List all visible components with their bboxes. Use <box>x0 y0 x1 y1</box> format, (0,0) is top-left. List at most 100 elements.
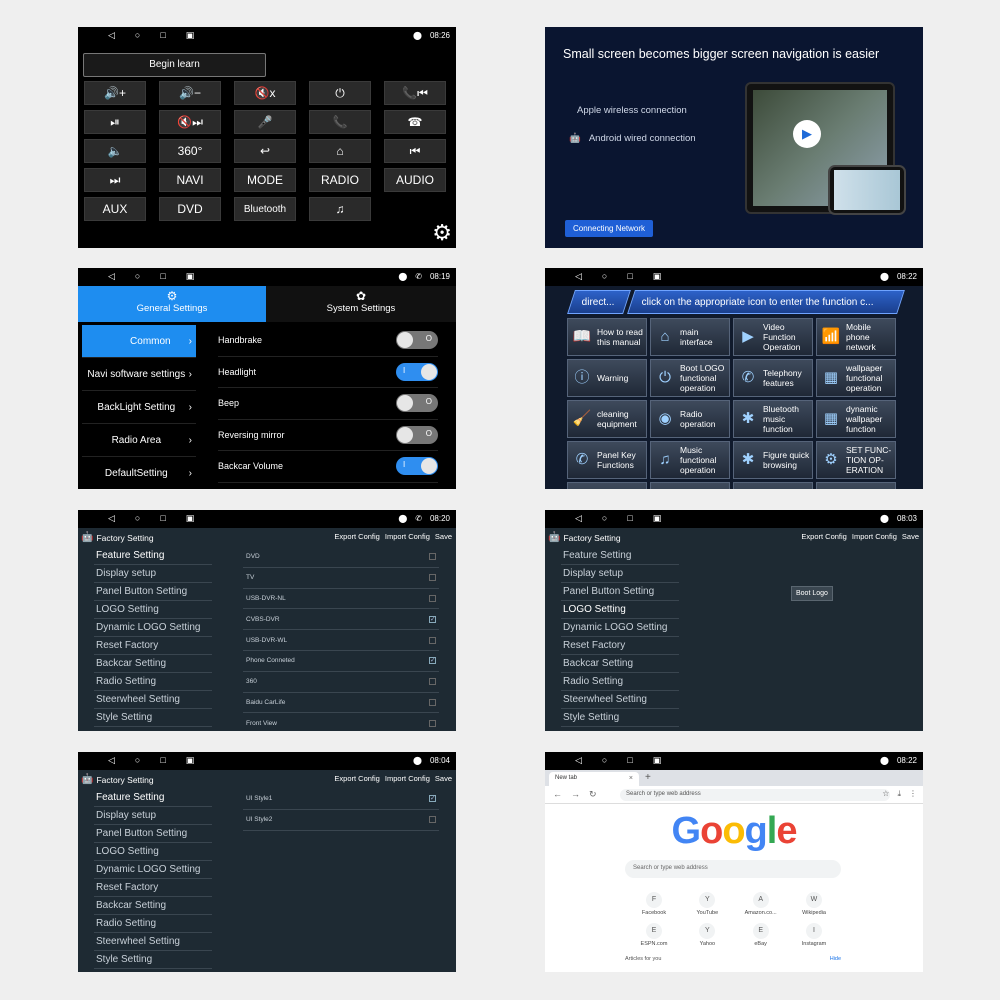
factory-menu-item[interactable]: Reset Factory <box>94 637 212 655</box>
forward-arrow-icon[interactable]: → <box>571 789 580 799</box>
home-icon[interactable]: ○ <box>135 513 140 524</box>
factory-menu-item[interactable]: Reset Factory <box>561 637 679 655</box>
back-icon[interactable]: ◁ <box>108 513 115 524</box>
star-icon[interactable]: ☆ <box>882 789 889 799</box>
factory-menu-item[interactable]: Panel Button Setting <box>94 825 212 843</box>
recents-icon[interactable]: □ <box>627 271 632 282</box>
back-icon[interactable]: ◁ <box>575 271 582 282</box>
back-arrow-icon[interactable]: ← <box>553 789 562 799</box>
checkbox[interactable] <box>429 574 436 582</box>
key-button[interactable]: Bluetooth <box>234 197 296 221</box>
factory-menu-item[interactable]: Display setup <box>94 565 212 583</box>
menu-icon[interactable]: ⋮ <box>909 789 917 799</box>
close-icon[interactable]: × <box>629 775 633 782</box>
function-tile[interactable]: ▶ Video Function Operation <box>733 318 813 356</box>
factory-menu-item[interactable]: Panel Button Setting <box>94 583 212 601</box>
boot-logo-button[interactable]: Boot Logo <box>791 586 833 601</box>
key-button[interactable]: MODE <box>234 168 296 192</box>
factory-menu-item[interactable]: Radio Setting <box>94 673 212 691</box>
export-config-button[interactable]: Export Config <box>334 774 379 783</box>
factory-menu-item[interactable]: Style Setting <box>94 709 212 727</box>
key-button[interactable]: AUX <box>84 197 146 221</box>
function-tile[interactable]: ✆ Telephony features <box>733 359 813 397</box>
option-row[interactable]: Phone Conneted ✓ <box>243 651 439 672</box>
factory-menu-item[interactable]: Backcar Setting <box>94 897 212 915</box>
back-icon[interactable]: ◁ <box>575 755 582 766</box>
factory-menu-item[interactable]: Steerwheel Setting <box>94 691 212 709</box>
shortcut-tile[interactable]: W Wikipedia <box>789 892 839 916</box>
toggle-switch[interactable]: O <box>396 425 438 444</box>
settings-menu-item[interactable]: Radio Area › <box>82 424 196 457</box>
function-tile[interactable]: Car <box>733 482 813 489</box>
back-icon[interactable]: ◁ <box>108 271 115 282</box>
key-button[interactable]: 🔊− <box>159 81 221 105</box>
save-button[interactable]: Save <box>435 774 452 783</box>
factory-menu-item[interactable]: Style Setting <box>561 709 679 727</box>
option-row[interactable]: TV <box>243 568 439 589</box>
function-tile[interactable]: ✱ Bluetooth music function <box>733 400 813 438</box>
recents-icon[interactable]: □ <box>160 513 165 524</box>
function-tile[interactable]: ◉ Radio operation <box>650 400 730 438</box>
function-tile[interactable]: ✱ Figure quick browsing <box>733 441 813 479</box>
option-row[interactable]: UI Style1 ✓ <box>243 789 439 810</box>
begin-learn-button[interactable]: Begin learn <box>83 53 266 77</box>
shortcut-tile[interactable]: F Facebook <box>629 892 679 916</box>
factory-menu-item[interactable]: Reset Factory <box>94 879 212 897</box>
key-button[interactable]: ☎ <box>384 110 446 134</box>
factory-menu-item[interactable]: Feature Setting <box>94 789 212 807</box>
factory-menu-item[interactable]: Style Setting <box>94 951 212 969</box>
shortcut-tile[interactable]: Y YouTube <box>682 892 732 916</box>
checkbox[interactable] <box>429 816 436 824</box>
key-button[interactable]: 🎤 <box>234 110 296 134</box>
tab-system-settings[interactable]: ✿ System Settings <box>266 286 456 322</box>
factory-menu-item[interactable]: LOGO Setting <box>94 843 212 861</box>
recents-icon[interactable]: □ <box>160 30 165 41</box>
reload-icon[interactable]: ↻ <box>589 789 597 800</box>
checkbox[interactable]: ✓ <box>429 657 436 665</box>
function-tile[interactable]: ⏻ Boot LOGO functional operation <box>650 359 730 397</box>
back-icon[interactable]: ◁ <box>108 30 115 41</box>
key-button[interactable]: ↩ <box>234 139 296 163</box>
key-button[interactable]: RADIO <box>309 168 371 192</box>
back-icon[interactable]: ◁ <box>575 513 582 524</box>
home-icon[interactable]: ○ <box>602 271 607 282</box>
shortcut-tile[interactable]: I Instagram <box>789 923 839 947</box>
option-row[interactable]: Baidu CarLife <box>243 693 439 714</box>
shortcut-tile[interactable]: Y Yahoo <box>682 923 732 947</box>
option-row[interactable]: DVD <box>243 547 439 568</box>
function-tile[interactable]: Optional <box>567 482 647 489</box>
factory-menu-item[interactable]: Panel Button Setting <box>561 583 679 601</box>
key-button[interactable]: 📞 <box>309 110 371 134</box>
option-row[interactable]: USB-DVR-WL <box>243 630 439 651</box>
factory-menu-item[interactable]: Dynamic LOGO Setting <box>94 619 212 637</box>
shortcut-tile[interactable]: EeBay <box>736 923 786 947</box>
function-tile[interactable]: ▦ dynamic wallpaper function <box>816 400 896 438</box>
direct-button[interactable]: direct... <box>567 290 631 314</box>
factory-menu-item[interactable]: Backcar Setting <box>94 655 212 673</box>
checkbox[interactable]: ✓ <box>429 615 436 623</box>
home-icon[interactable]: ○ <box>602 755 607 766</box>
key-button[interactable]: ⏻ <box>309 81 371 105</box>
toggle-switch[interactable]: O <box>396 331 438 350</box>
factory-menu-item[interactable]: Feature Setting <box>94 547 212 565</box>
toggle-switch[interactable]: O <box>396 394 438 413</box>
key-button[interactable]: ⌂ <box>309 139 371 163</box>
checkbox[interactable] <box>429 719 436 727</box>
gear-icon[interactable]: ⚙ <box>432 220 452 246</box>
tab-general-settings[interactable]: ⚙ General Settings <box>78 286 266 322</box>
key-button[interactable]: 🔇⏭ <box>159 110 221 134</box>
function-tile[interactable] <box>650 482 730 489</box>
export-config-button[interactable]: Export Config <box>801 532 846 541</box>
key-button[interactable]: NAVI <box>159 168 221 192</box>
checkbox[interactable] <box>429 698 436 706</box>
save-button[interactable]: Save <box>902 532 919 541</box>
factory-menu-item[interactable]: Display setup <box>561 565 679 583</box>
import-config-button[interactable]: Import Config <box>385 532 430 541</box>
factory-menu-item[interactable]: Feature Setting <box>561 547 679 565</box>
google-search-box[interactable]: Search or type web address <box>625 860 841 878</box>
settings-menu-item[interactable]: DefaultSetting › <box>82 457 196 489</box>
factory-menu-item[interactable]: Dynamic LOGO Setting <box>94 861 212 879</box>
connecting-network-button[interactable]: Connecting Network <box>565 220 654 237</box>
checkbox[interactable] <box>429 678 436 686</box>
factory-menu-item[interactable]: Display setup <box>94 807 212 825</box>
